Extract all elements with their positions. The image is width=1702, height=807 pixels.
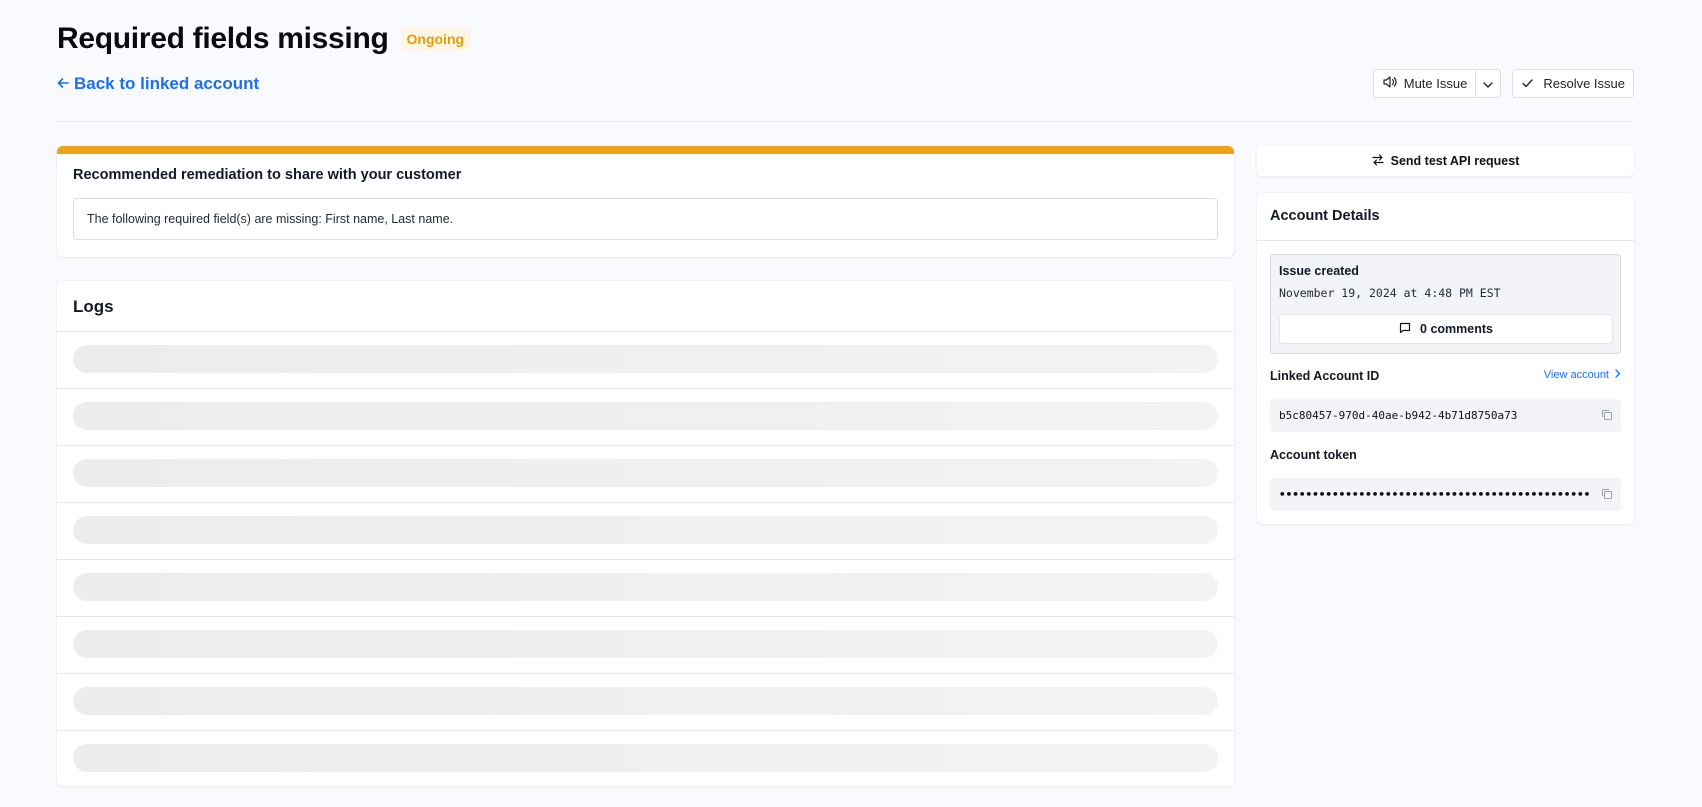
- page-title: Required fields missing: [57, 22, 389, 55]
- warning-bar: [57, 146, 1234, 154]
- mute-options-dropdown[interactable]: [1476, 69, 1502, 98]
- account-header-divider: [1257, 240, 1634, 241]
- copy-icon[interactable]: [1601, 409, 1613, 424]
- log-row-skeleton: [57, 731, 1234, 786]
- account-token-field: ••••••••••••••••••••••••••••••••••••••••…: [1270, 478, 1621, 511]
- log-row-skeleton: [57, 332, 1234, 389]
- mute-issue-label: Mute Issue: [1403, 76, 1468, 91]
- back-to-linked-account-link[interactable]: Back to linked account: [57, 74, 259, 94]
- arrow-left-icon: [57, 76, 69, 92]
- status-badge: Ongoing: [400, 28, 471, 50]
- speaker-icon: [1383, 76, 1404, 91]
- loading-placeholder: [73, 744, 1218, 772]
- chevron-down-icon: [1483, 76, 1493, 91]
- logs-heading: Logs: [73, 297, 114, 316]
- remediation-heading: Recommended remediation to share with yo…: [73, 167, 462, 183]
- issue-actions: Mute Issue Resolve Issue: [1372, 69, 1634, 98]
- log-row-skeleton: [57, 389, 1234, 446]
- resolve-issue-label: Resolve Issue: [1543, 76, 1625, 91]
- loading-placeholder: [73, 516, 1218, 544]
- logs-card: Logs: [57, 281, 1234, 786]
- log-row-skeleton: [57, 560, 1234, 617]
- account-details-card: Account Details Issue created November 1…: [1257, 193, 1634, 524]
- loading-placeholder: [73, 630, 1218, 658]
- loading-placeholder: [73, 345, 1218, 373]
- loading-placeholder: [73, 402, 1218, 430]
- header-divider: [57, 121, 1634, 122]
- copy-icon[interactable]: [1601, 488, 1613, 503]
- account-token-value: ••••••••••••••••••••••••••••••••••••••••…: [1279, 488, 1591, 501]
- account-details-heading: Account Details: [1270, 208, 1380, 224]
- view-account-label: View account: [1543, 369, 1609, 381]
- check-icon: [1522, 77, 1534, 91]
- remediation-message-text: The following required field(s) are miss…: [87, 212, 454, 226]
- issue-created-box: Issue created November 19, 2024 at 4:48 …: [1270, 254, 1621, 354]
- view-account-link[interactable]: View account: [1544, 369, 1621, 381]
- loading-placeholder: [73, 459, 1218, 487]
- loading-placeholder: [73, 687, 1218, 715]
- issue-created-timestamp: November 19, 2024 at 4:48 PM EST: [1279, 286, 1501, 300]
- comments-label: 0 comments: [1420, 322, 1493, 336]
- title-row: Required fields missing Ongoing: [57, 22, 471, 56]
- swap-arrows-icon: [1372, 153, 1391, 169]
- linked-account-id-label: Linked Account ID: [1270, 369, 1380, 383]
- issue-created-label: Issue created: [1279, 264, 1359, 278]
- log-row-skeleton: [57, 503, 1234, 560]
- comments-button[interactable]: 0 comments: [1279, 314, 1613, 344]
- chevron-right-icon: [1615, 369, 1621, 381]
- back-link-label: Back to linked account: [74, 74, 260, 93]
- log-row-skeleton: [57, 674, 1234, 731]
- account-token-label: Account token: [1270, 448, 1357, 462]
- remediation-card: Recommended remediation to share with yo…: [57, 146, 1234, 257]
- send-test-label: Send test API request: [1390, 154, 1520, 168]
- linked-account-id-field: b5c80457-970d-40ae-b942-4b71d8750a73: [1270, 399, 1621, 432]
- remediation-message: The following required field(s) are miss…: [73, 198, 1218, 240]
- linked-account-id-value: b5c80457-970d-40ae-b942-4b71d8750a73: [1279, 409, 1518, 422]
- mute-issue-button[interactable]: Mute Issue: [1372, 69, 1477, 98]
- log-row-skeleton: [57, 617, 1234, 674]
- log-row-skeleton: [57, 446, 1234, 503]
- send-test-api-request-button[interactable]: Send test API request: [1257, 146, 1634, 176]
- resolve-issue-button[interactable]: Resolve Issue: [1512, 69, 1634, 98]
- comment-icon: [1399, 322, 1420, 337]
- loading-placeholder: [73, 573, 1218, 601]
